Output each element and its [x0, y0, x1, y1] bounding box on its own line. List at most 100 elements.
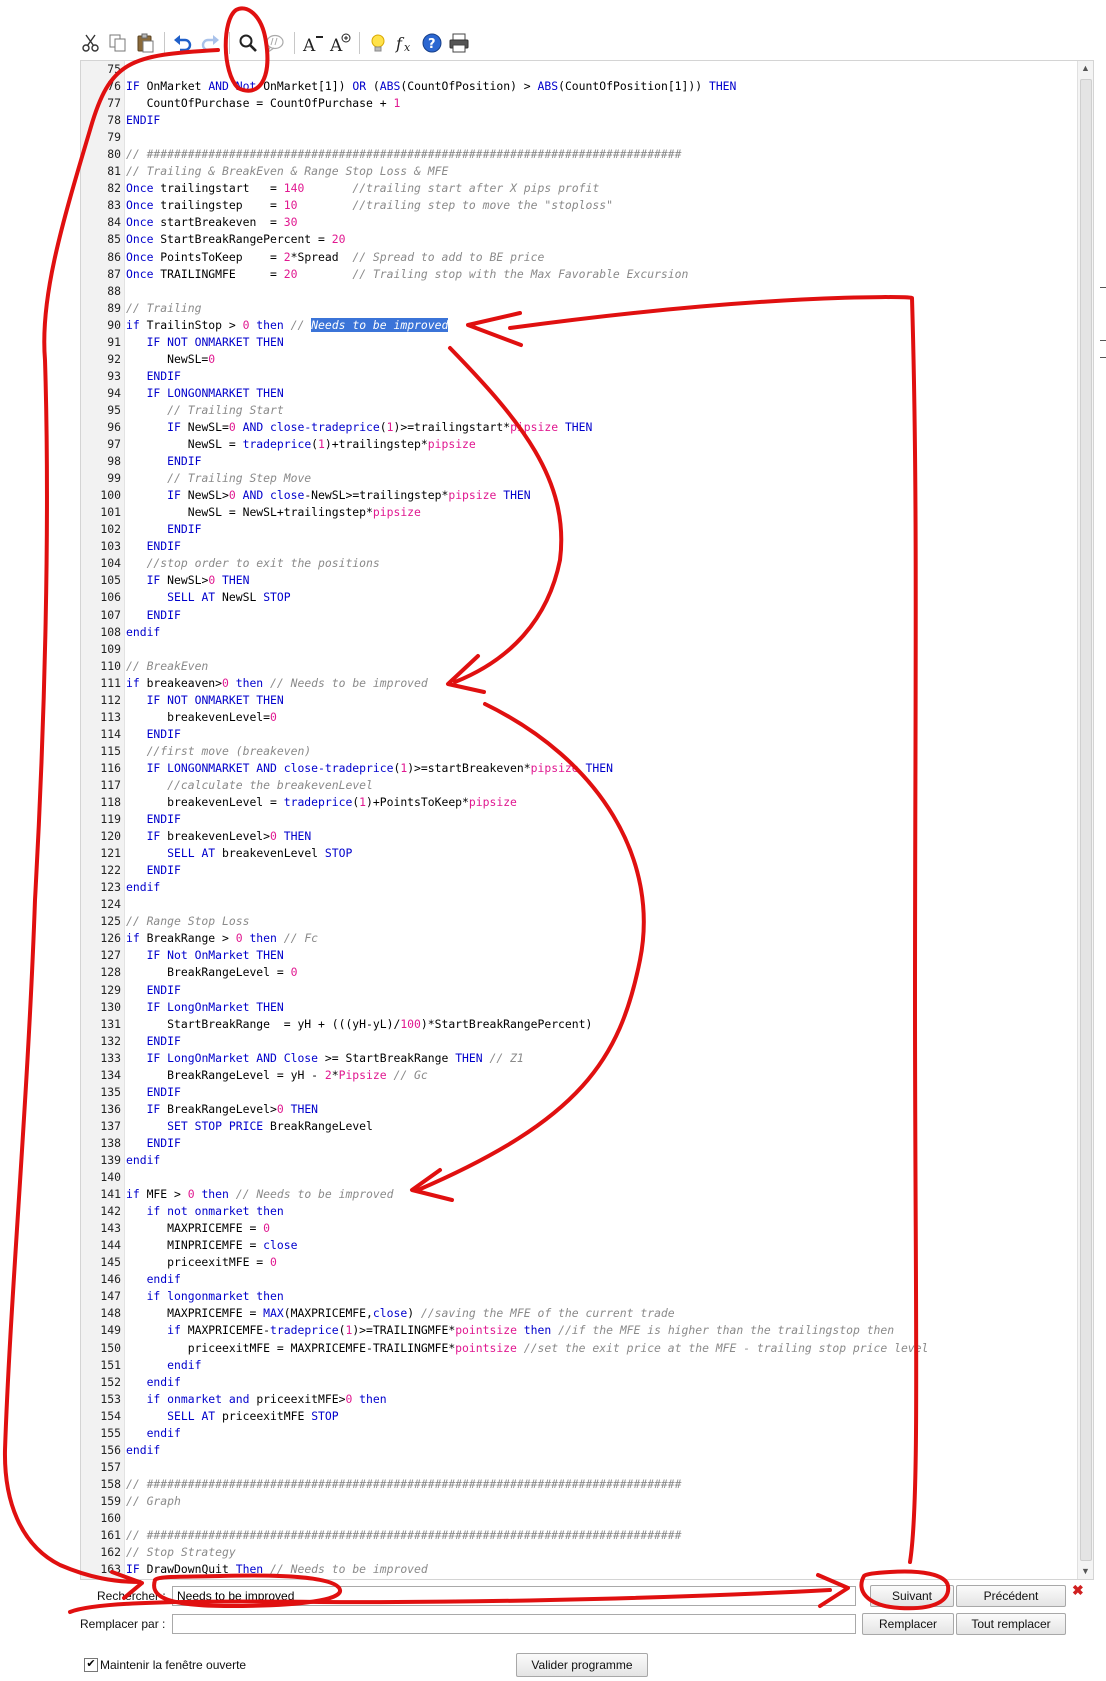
code-line[interactable]: 102 ENDIF	[81, 521, 1078, 538]
function-icon[interactable]: fx	[392, 30, 418, 56]
code-line[interactable]: 159 // Graph	[81, 1493, 1078, 1510]
code-line[interactable]: 141 if MFE > 0 then // Needs to be improv…	[81, 1186, 1078, 1203]
code-line[interactable]: 149 if MAXPRICEMFE-tradeprice(1)>=TRAILI…	[81, 1322, 1078, 1339]
code-line[interactable]: 135 ENDIF	[81, 1084, 1078, 1101]
code-line[interactable]: 90 if TrailinStop > 0 then // Needs to be…	[81, 317, 1078, 334]
font-decrease-icon[interactable]: A	[300, 30, 326, 56]
code-line[interactable]: 151 endif	[81, 1357, 1078, 1374]
code-line[interactable]: 97 NewSL = tradeprice(1)+trailingstep*pi…	[81, 436, 1078, 453]
code-line[interactable]: 150 priceexitMFE = MAXPRICEMFE-TRAILINGM…	[81, 1340, 1078, 1357]
code-line[interactable]: 104 //stop order to exit the positions	[81, 555, 1078, 572]
cut-icon[interactable]	[78, 30, 104, 56]
code-line[interactable]: 131 StartBreakRange = yH + (((yH-yL)/100…	[81, 1016, 1078, 1033]
previous-button[interactable]: Précédent	[956, 1585, 1066, 1607]
validate-program-button[interactable]: Valider programme	[516, 1653, 648, 1677]
code-area[interactable]: 75 76 IF OnMarket AND Not OnMarket[1]) OR …	[81, 61, 1078, 1579]
code-line[interactable]: 118 breakevenLevel = tradeprice(1)+Point…	[81, 794, 1078, 811]
code-line[interactable]: 94 IF LONGONMARKET THEN	[81, 385, 1078, 402]
code-line[interactable]: 152 endif	[81, 1374, 1078, 1391]
comment-icon[interactable]	[262, 30, 288, 56]
code-line[interactable]: 121 SELL AT breakevenLevel STOP	[81, 845, 1078, 862]
code-line[interactable]: 110 // BreakEven	[81, 658, 1078, 675]
code-line[interactable]: 103 ENDIF	[81, 538, 1078, 555]
code-line[interactable]: 143 MAXPRICEMFE = 0	[81, 1220, 1078, 1237]
search-icon[interactable]	[235, 30, 261, 56]
code-line[interactable]: 126 if BreakRange > 0 then // Fc	[81, 930, 1078, 947]
code-line[interactable]: 108 endif	[81, 624, 1078, 641]
scroll-down-icon[interactable]: ▼	[1078, 1564, 1093, 1579]
close-icon[interactable]: ✖	[1072, 1582, 1084, 1599]
code-line[interactable]: 91 IF NOT ONMARKET THEN	[81, 334, 1078, 351]
help-icon[interactable]: ?	[419, 30, 445, 56]
print-icon[interactable]	[446, 30, 472, 56]
code-line[interactable]: 134 BreakRangeLevel = yH - 2*Pipsize // …	[81, 1067, 1078, 1084]
code-line[interactable]: 129 ENDIF	[81, 982, 1078, 999]
code-line[interactable]: 100 IF NewSL>0 AND close-NewSL>=trailing…	[81, 487, 1078, 504]
code-line[interactable]: 79	[81, 129, 1078, 146]
undo-icon[interactable]	[170, 30, 196, 56]
code-line[interactable]: 136 IF BreakRangeLevel>0 THEN	[81, 1101, 1078, 1118]
replace-button[interactable]: Remplacer	[862, 1613, 954, 1635]
code-line[interactable]: 155 endif	[81, 1425, 1078, 1442]
idea-bulb-icon[interactable]	[365, 30, 391, 56]
next-button[interactable]: Suivant	[870, 1585, 954, 1607]
code-line[interactable]: 154 SELL AT priceexitMFE STOP	[81, 1408, 1078, 1425]
code-line[interactable]: 106 SELL AT NewSL STOP	[81, 589, 1078, 606]
code-line[interactable]: 86 Once PointsToKeep = 2*Spread // Spread…	[81, 249, 1078, 266]
code-line[interactable]: 148 MAXPRICEMFE = MAX(MAXPRICEMFE,close)…	[81, 1305, 1078, 1322]
code-line[interactable]: 77 CountOfPurchase = CountOfPurchase + 1	[81, 95, 1078, 112]
code-line[interactable]: 117 //calculate the breakevenLevel	[81, 777, 1078, 794]
code-line[interactable]: 107 ENDIF	[81, 607, 1078, 624]
code-line[interactable]: 123 endif	[81, 879, 1078, 896]
code-line[interactable]: 163 IF DrawDownQuit Then // Needs to be i…	[81, 1561, 1078, 1578]
code-line[interactable]: 139 endif	[81, 1152, 1078, 1169]
code-line[interactable]: 145 priceexitMFE = 0	[81, 1254, 1078, 1271]
copy-icon[interactable]	[105, 30, 131, 56]
code-line[interactable]: 138 ENDIF	[81, 1135, 1078, 1152]
paste-icon[interactable]	[132, 30, 158, 56]
code-line[interactable]: 144 MINPRICEMFE = close	[81, 1237, 1078, 1254]
code-line[interactable]: 109	[81, 641, 1078, 658]
replace-all-button[interactable]: Tout remplacer	[956, 1613, 1066, 1635]
code-line[interactable]: 80 // ###################################…	[81, 146, 1078, 163]
code-line[interactable]: 130 IF LongOnMarket THEN	[81, 999, 1078, 1016]
code-line[interactable]: 119 ENDIF	[81, 811, 1078, 828]
keep-open-checkbox[interactable]: ✔	[84, 1658, 98, 1672]
code-line[interactable]: 84 Once startBreakeven = 30	[81, 214, 1078, 231]
code-line[interactable]: 76 IF OnMarket AND Not OnMarket[1]) OR (A…	[81, 78, 1078, 95]
code-line[interactable]: 162 // Stop Strategy	[81, 1544, 1078, 1561]
code-line[interactable]: 81 // Trailing & BreakEven & Range Stop L…	[81, 163, 1078, 180]
font-increase-icon[interactable]: A	[327, 30, 353, 56]
code-line[interactable]: 87 Once TRAILINGMFE = 20 // Trailing stop…	[81, 266, 1078, 283]
code-line[interactable]: 82 Once trailingstart = 140 //trailing st…	[81, 180, 1078, 197]
scrollbar-thumb[interactable]	[1080, 79, 1092, 1561]
code-line[interactable]: 92 NewSL=0	[81, 351, 1078, 368]
code-line[interactable]: 146 endif	[81, 1271, 1078, 1288]
code-line[interactable]: 95 // Trailing Start	[81, 402, 1078, 419]
scroll-up-icon[interactable]: ▲	[1078, 61, 1093, 76]
code-line[interactable]: 142 if not onmarket then	[81, 1203, 1078, 1220]
code-line[interactable]: 125 // Range Stop Loss	[81, 913, 1078, 930]
code-line[interactable]: 140	[81, 1169, 1078, 1186]
code-line[interactable]: 128 BreakRangeLevel = 0	[81, 964, 1078, 981]
code-line[interactable]: 122 ENDIF	[81, 862, 1078, 879]
code-editor[interactable]: 75 76 IF OnMarket AND Not OnMarket[1]) OR …	[80, 60, 1094, 1580]
code-line[interactable]: 115 //first move (breakeven)	[81, 743, 1078, 760]
replace-input[interactable]	[172, 1614, 856, 1634]
code-line[interactable]: 160	[81, 1510, 1078, 1527]
code-line[interactable]: 78 ENDIF	[81, 112, 1078, 129]
code-line[interactable]: 89 // Trailing	[81, 300, 1078, 317]
code-line[interactable]: 132 ENDIF	[81, 1033, 1078, 1050]
code-line[interactable]: 99 // Trailing Step Move	[81, 470, 1078, 487]
code-line[interactable]: 83 Once trailingstep = 10 //trailing step…	[81, 197, 1078, 214]
code-line[interactable]: 127 IF Not OnMarket THEN	[81, 947, 1078, 964]
code-line[interactable]: 156 endif	[81, 1442, 1078, 1459]
code-line[interactable]: 147 if longonmarket then	[81, 1288, 1078, 1305]
code-line[interactable]: 75	[81, 61, 1078, 78]
code-line[interactable]: 120 IF breakevenLevel>0 THEN	[81, 828, 1078, 845]
code-line[interactable]: 93 ENDIF	[81, 368, 1078, 385]
code-line[interactable]: 113 breakevenLevel=0	[81, 709, 1078, 726]
redo-icon[interactable]	[197, 30, 223, 56]
code-line[interactable]: 96 IF NewSL=0 AND close-tradeprice(1)>=t…	[81, 419, 1078, 436]
code-line[interactable]: 101 NewSL = NewSL+trailingstep*pipsize	[81, 504, 1078, 521]
